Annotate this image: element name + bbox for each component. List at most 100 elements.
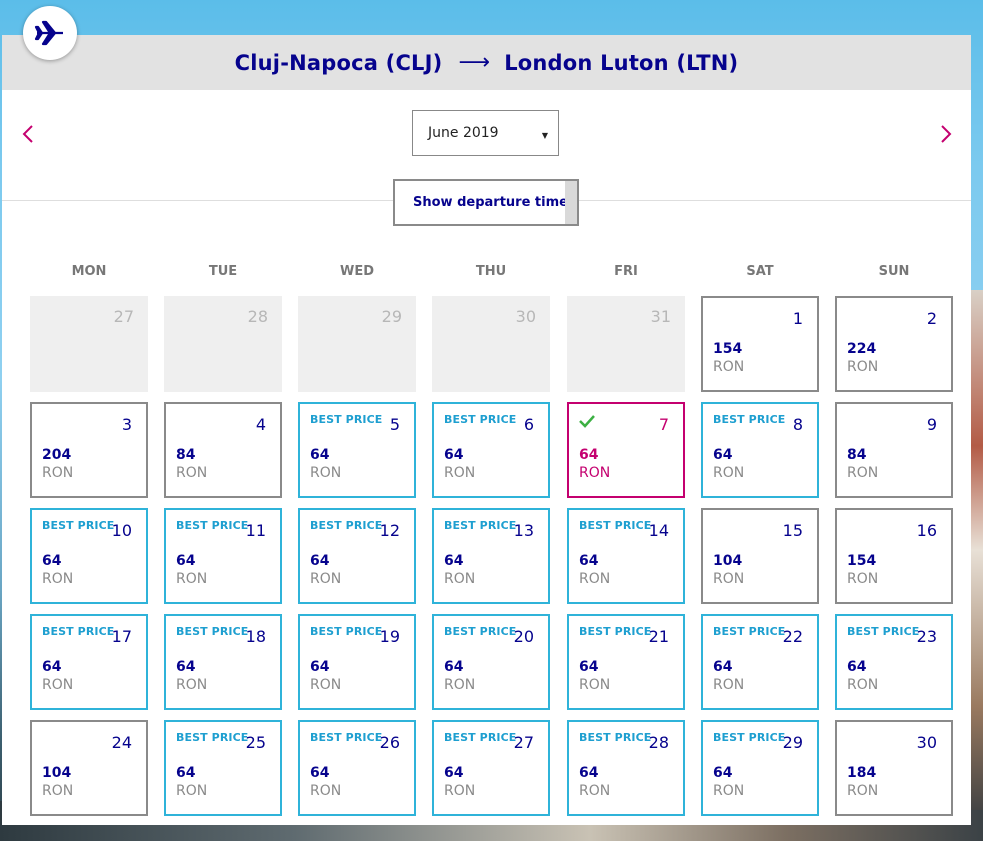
day-price: 64 bbox=[444, 447, 464, 463]
day-number: 21 bbox=[648, 627, 669, 646]
day-number: 17 bbox=[111, 627, 132, 646]
calendar-day-outside-month: 28 bbox=[164, 296, 282, 392]
best-price-badge: BEST PRICE bbox=[310, 519, 383, 532]
best-price-badge: BEST PRICE bbox=[713, 625, 786, 638]
chevron-right-icon bbox=[941, 125, 952, 143]
calendar-day-6[interactable]: 6 BEST PRICE 64 RON bbox=[432, 402, 550, 498]
calendar-day-15[interactable]: 15 104 RON bbox=[701, 508, 819, 604]
day-currency: RON bbox=[310, 783, 342, 799]
day-currency: RON bbox=[579, 465, 611, 481]
calendar-day-20[interactable]: 20 BEST PRICE 64 RON bbox=[432, 614, 550, 710]
day-currency: RON bbox=[176, 783, 208, 799]
calendar-day-outside-month: 30 bbox=[432, 296, 550, 392]
weekday-tue: TUE bbox=[208, 264, 238, 279]
calendar-day-17[interactable]: 17 BEST PRICE 64 RON bbox=[30, 614, 148, 710]
day-currency: RON bbox=[847, 677, 879, 693]
calendar-day-1[interactable]: 1 154 RON bbox=[701, 296, 819, 392]
day-currency: RON bbox=[713, 783, 745, 799]
day-number: 15 bbox=[782, 521, 803, 540]
calendar-day-4[interactable]: 4 84 RON bbox=[164, 402, 282, 498]
day-currency: RON bbox=[176, 465, 208, 481]
show-departure-times-label: Show departure times bbox=[413, 195, 576, 210]
day-number: 27 bbox=[113, 307, 134, 326]
best-price-badge: BEST PRICE bbox=[176, 731, 249, 744]
day-price: 64 bbox=[847, 659, 867, 675]
day-number: 4 bbox=[255, 415, 266, 434]
day-number: 13 bbox=[513, 521, 534, 540]
calendar-day-2[interactable]: 2 224 RON bbox=[835, 296, 953, 392]
calendar-day-30[interactable]: 30 184 RON bbox=[835, 720, 953, 816]
next-month-button[interactable] bbox=[936, 121, 956, 147]
day-currency: RON bbox=[310, 571, 342, 587]
calendar-day-8[interactable]: 8 BEST PRICE 64 RON bbox=[701, 402, 819, 498]
day-price: 64 bbox=[579, 765, 599, 781]
day-currency: RON bbox=[444, 677, 476, 693]
day-price: 64 bbox=[579, 447, 599, 463]
day-number: 1 bbox=[792, 309, 803, 328]
calendar-day-12[interactable]: 12 BEST PRICE 64 RON bbox=[298, 508, 416, 604]
day-currency: RON bbox=[444, 465, 476, 481]
calendar-day-26[interactable]: 26 BEST PRICE 64 RON bbox=[298, 720, 416, 816]
calendar-day-5[interactable]: 5 BEST PRICE 64 RON bbox=[298, 402, 416, 498]
best-price-badge: BEST PRICE bbox=[176, 625, 249, 638]
day-number: 11 bbox=[245, 521, 266, 540]
day-currency: RON bbox=[579, 571, 611, 587]
month-select[interactable]: June 2019 ▼ bbox=[412, 110, 559, 156]
day-price: 64 bbox=[42, 553, 62, 569]
calendar-day-25[interactable]: 25 BEST PRICE 64 RON bbox=[164, 720, 282, 816]
day-number: 14 bbox=[648, 521, 669, 540]
calendar-day-21[interactable]: 21 BEST PRICE 64 RON bbox=[567, 614, 685, 710]
day-currency: RON bbox=[713, 465, 745, 481]
calendar-day-10[interactable]: 10 BEST PRICE 64 RON bbox=[30, 508, 148, 604]
day-currency: RON bbox=[847, 465, 879, 481]
best-price-badge: BEST PRICE bbox=[444, 413, 517, 426]
calendar-day-14[interactable]: 14 BEST PRICE 64 RON bbox=[567, 508, 685, 604]
calendar-day-23[interactable]: 23 BEST PRICE 64 RON bbox=[835, 614, 953, 710]
calendar-day-19[interactable]: 19 BEST PRICE 64 RON bbox=[298, 614, 416, 710]
day-price: 154 bbox=[847, 553, 877, 569]
best-price-badge: BEST PRICE bbox=[310, 625, 383, 638]
background-buildings bbox=[971, 290, 983, 810]
calendar-day-27[interactable]: 27 BEST PRICE 64 RON bbox=[432, 720, 550, 816]
weekday-wed: WED bbox=[339, 264, 374, 279]
weekday-sun: SUN bbox=[878, 264, 910, 279]
day-price: 64 bbox=[713, 659, 733, 675]
day-number: 31 bbox=[650, 307, 671, 326]
calendar-day-outside-month: 31 bbox=[567, 296, 685, 392]
show-departure-times-button[interactable]: Show departure times bbox=[393, 179, 579, 226]
day-currency: RON bbox=[444, 571, 476, 587]
day-price: 104 bbox=[42, 765, 72, 781]
day-number: 3 bbox=[121, 415, 132, 434]
day-number: 2 bbox=[926, 309, 937, 328]
calendar-day-9[interactable]: 9 84 RON bbox=[835, 402, 953, 498]
day-price: 84 bbox=[176, 447, 196, 463]
day-currency: RON bbox=[42, 677, 74, 693]
airplane-icon bbox=[34, 20, 63, 46]
calendar-day-13[interactable]: 13 BEST PRICE 64 RON bbox=[432, 508, 550, 604]
best-price-badge: BEST PRICE bbox=[310, 731, 383, 744]
calendar-day-22[interactable]: 22 BEST PRICE 64 RON bbox=[701, 614, 819, 710]
day-currency: RON bbox=[176, 571, 208, 587]
calendar-day-24[interactable]: 24 104 RON bbox=[30, 720, 148, 816]
day-price: 224 bbox=[847, 341, 877, 357]
destination-airport: London Luton (LTN) bbox=[504, 50, 739, 75]
calendar-day-3[interactable]: 3 204 RON bbox=[30, 402, 148, 498]
day-number: 24 bbox=[111, 733, 132, 752]
day-number: 29 bbox=[381, 307, 402, 326]
day-price: 84 bbox=[847, 447, 867, 463]
day-number: 18 bbox=[245, 627, 266, 646]
calendar-day-18[interactable]: 18 BEST PRICE 64 RON bbox=[164, 614, 282, 710]
calendar-day-11[interactable]: 11 BEST PRICE 64 RON bbox=[164, 508, 282, 604]
day-number: 30 bbox=[916, 733, 937, 752]
month-select-value: June 2019 bbox=[428, 125, 499, 141]
day-number: 9 bbox=[926, 415, 937, 434]
calendar-day-29[interactable]: 29 BEST PRICE 64 RON bbox=[701, 720, 819, 816]
button-edge-decoration bbox=[565, 181, 577, 224]
calendar-day-16[interactable]: 16 154 RON bbox=[835, 508, 953, 604]
day-currency: RON bbox=[847, 571, 879, 587]
calendar-day-28[interactable]: 28 BEST PRICE 64 RON bbox=[567, 720, 685, 816]
previous-month-button[interactable] bbox=[18, 121, 38, 147]
best-price-badge: BEST PRICE bbox=[579, 519, 652, 532]
day-number: 6 bbox=[523, 415, 534, 434]
calendar-day-7[interactable]: 7 64 RON bbox=[567, 402, 685, 498]
